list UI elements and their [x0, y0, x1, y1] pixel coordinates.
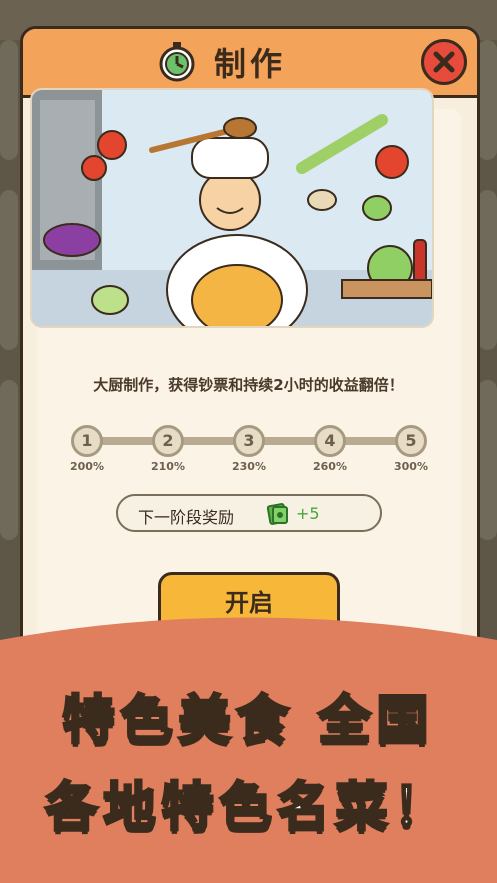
dialog-title: 制作	[213, 45, 286, 83]
background-tile	[478, 40, 497, 160]
chef-illustration	[30, 88, 434, 328]
background-tile	[0, 190, 18, 350]
background-tile	[478, 190, 497, 350]
stage-percent-2: 210%	[151, 460, 185, 473]
stage-step-1: 1	[71, 425, 103, 457]
background-tile	[0, 380, 18, 540]
stage-step-2: 2	[152, 425, 184, 457]
close-icon	[433, 51, 455, 73]
next-stage-reward: 下一阶段奖励 +5	[116, 494, 382, 532]
stage-step-3: 3	[233, 425, 265, 457]
stage-step-5: 5	[395, 425, 427, 457]
cash-icon	[266, 503, 288, 525]
background-tile	[478, 380, 497, 540]
reward-label: 下一阶段奖励	[138, 508, 235, 527]
promo-banner-line-1: 特色美食 全国	[61, 690, 435, 753]
stage-step-4: 4	[314, 425, 346, 457]
reward-value: +5	[296, 504, 320, 523]
stage-percent-4: 260%	[313, 460, 347, 473]
background-tile	[0, 40, 18, 160]
dialog-description: 大厨制作，获得钞票和持续2小时的收益翻倍！	[93, 376, 404, 394]
stage-percent-3: 230%	[232, 460, 266, 473]
stage-percent-1: 200%	[70, 460, 104, 473]
stage-percent-5: 300%	[394, 460, 428, 473]
promo-banner-line-2: 各地特色名菜！	[44, 777, 452, 840]
close-button[interactable]	[421, 39, 467, 85]
